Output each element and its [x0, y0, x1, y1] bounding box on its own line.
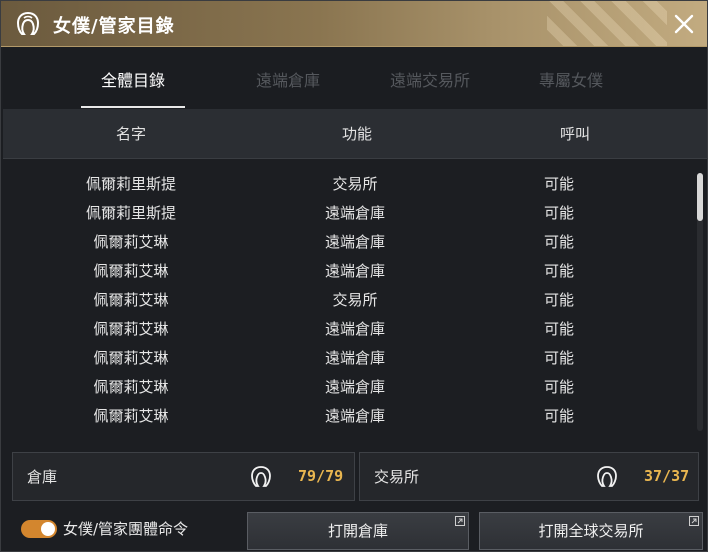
- maid-directory-window: 女僕/管家目錄 全體目錄 遠端倉庫 遠端交易所 專屬女僕 名字 功能 呼叫 佩爾…: [0, 0, 708, 552]
- footer-bar: 女僕/管家團體命令 打開倉庫 打開全球交易所: [3, 506, 707, 552]
- column-function-header: 功能: [341, 125, 372, 143]
- warehouse-count: 79/79: [298, 467, 344, 485]
- group-command-toggle[interactable]: [21, 520, 57, 538]
- maid-function: 遠端倉庫: [324, 204, 385, 222]
- warehouse-label: 倉庫: [27, 468, 58, 486]
- list-item[interactable]: 佩爾莉艾琳 遠端倉庫 可能: [3, 254, 693, 283]
- maid-icon: [16, 11, 40, 35]
- maid-call-status: 可能: [543, 233, 574, 251]
- maid-icon: [251, 466, 271, 487]
- maid-call-status: 可能: [543, 175, 574, 193]
- external-link-icon: [689, 516, 699, 526]
- maid-function: 遠端倉庫: [324, 349, 385, 367]
- market-count-panel: 交易所 37/37: [359, 452, 699, 501]
- list-item[interactable]: 佩爾莉艾琳 遠端倉庫 可能: [3, 370, 693, 399]
- tab-exclusive-maid[interactable]: 專屬女僕: [501, 67, 641, 91]
- maid-function: 遠端倉庫: [324, 378, 385, 396]
- maid-name: 佩爾莉艾琳: [93, 349, 169, 367]
- tab-remote-market[interactable]: 遠端交易所: [360, 67, 500, 91]
- maid-list: 佩爾莉里斯提 交易所 可能 佩爾莉里斯提 遠端倉庫 可能 佩爾莉艾琳 遠端倉庫 …: [3, 161, 707, 439]
- list-item[interactable]: 佩爾莉艾琳 交易所 可能: [3, 283, 693, 312]
- close-icon[interactable]: [669, 9, 699, 39]
- group-command-label: 女僕/管家團體命令: [63, 520, 189, 538]
- maid-call-status: 可能: [543, 320, 574, 338]
- open-global-market-label: 打開全球交易所: [538, 522, 644, 540]
- maid-name: 佩爾莉艾琳: [93, 262, 169, 280]
- open-global-market-button[interactable]: 打開全球交易所: [479, 512, 703, 550]
- list-item[interactable]: 佩爾莉艾琳 遠端倉庫 可能: [3, 341, 693, 370]
- toggle-knob: [41, 522, 55, 536]
- market-count: 37/37: [644, 467, 690, 485]
- tab-bar: 全體目錄 遠端倉庫 遠端交易所 專屬女僕: [3, 47, 707, 109]
- maid-call-status: 可能: [543, 291, 574, 309]
- list-item[interactable]: 佩爾莉艾琳 遠端倉庫 可能: [3, 312, 693, 341]
- maid-name: 佩爾莉里斯提: [85, 175, 176, 193]
- maid-name: 佩爾莉里斯提: [85, 204, 176, 222]
- title-bar[interactable]: 女僕/管家目錄: [1, 1, 707, 47]
- column-name-header: 名字: [115, 125, 146, 143]
- maid-name: 佩爾莉艾琳: [93, 407, 169, 425]
- maid-name: 佩爾莉艾琳: [93, 291, 169, 309]
- list-item[interactable]: 佩爾莉里斯提 交易所 可能: [3, 167, 693, 196]
- title-decoration: [547, 1, 667, 46]
- maid-function: 遠端倉庫: [324, 407, 385, 425]
- warehouse-count-panel: 倉庫 79/79: [12, 452, 355, 501]
- maid-function: 遠端倉庫: [324, 320, 385, 338]
- open-warehouse-label: 打開倉庫: [327, 522, 388, 540]
- maid-icon: [597, 466, 617, 487]
- list-scrollbar-thumb[interactable]: [697, 173, 703, 221]
- external-link-icon: [455, 516, 465, 526]
- maid-call-status: 可能: [543, 378, 574, 396]
- maid-function: 交易所: [332, 291, 378, 309]
- column-header: 名字 功能 呼叫: [3, 109, 707, 159]
- maid-function: 交易所: [332, 175, 378, 193]
- column-call-header: 呼叫: [559, 125, 590, 143]
- maid-name: 佩爾莉艾琳: [93, 233, 169, 251]
- maid-function: 遠端倉庫: [324, 262, 385, 280]
- maid-call-status: 可能: [543, 349, 574, 367]
- market-label: 交易所: [374, 468, 420, 486]
- maid-name: 佩爾莉艾琳: [93, 320, 169, 338]
- list-item[interactable]: 佩爾莉艾琳 遠端倉庫 可能: [3, 225, 693, 254]
- open-warehouse-button[interactable]: 打開倉庫: [247, 512, 469, 550]
- maid-function: 遠端倉庫: [324, 233, 385, 251]
- maid-name: 佩爾莉艾琳: [93, 378, 169, 396]
- maid-call-status: 可能: [543, 262, 574, 280]
- list-item[interactable]: 佩爾莉艾琳 遠端倉庫 可能: [3, 399, 693, 428]
- maid-call-status: 可能: [543, 204, 574, 222]
- tab-all-directory[interactable]: 全體目錄: [63, 67, 203, 91]
- list-item[interactable]: 佩爾莉里斯提 遠端倉庫 可能: [3, 196, 693, 225]
- active-tab-indicator: [81, 106, 185, 108]
- maid-call-status: 可能: [543, 407, 574, 425]
- tab-remote-warehouse[interactable]: 遠端倉庫: [218, 67, 358, 91]
- window-title: 女僕/管家目錄: [53, 16, 175, 37]
